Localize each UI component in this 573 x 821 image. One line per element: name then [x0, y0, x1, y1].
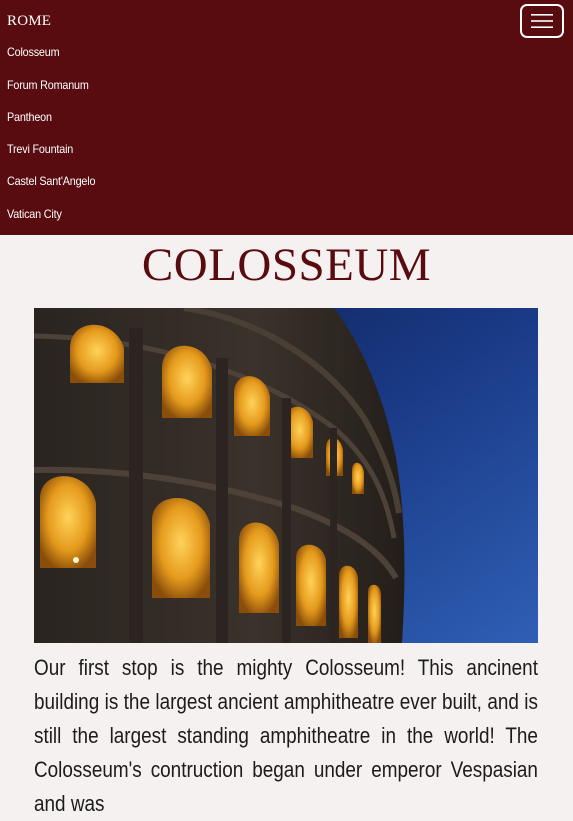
- navbar-toggler-button[interactable]: [520, 4, 564, 38]
- colosseum-photo: [34, 308, 538, 643]
- nav-item-trevi-fountain[interactable]: Trevi Fountain: [7, 142, 73, 156]
- nav-item-pantheon[interactable]: Pantheon: [7, 110, 52, 124]
- brand-link[interactable]: ROME: [7, 13, 51, 30]
- intro-paragraph: Our first stop is the mighty Colosseum! …: [34, 655, 538, 816]
- nav-item-forum-romanum[interactable]: Forum Romanum: [7, 78, 89, 92]
- hamburger-menu-icon: [531, 14, 553, 28]
- nav-item-vatican-city[interactable]: Vatican City: [7, 207, 62, 221]
- nav-item-castel-santangelo[interactable]: Castel Sant'Angelo: [7, 174, 95, 188]
- navbar: ROME Colosseum Forum Romanum Pantheon Tr…: [0, 0, 573, 235]
- page-title: COLOSSEUM: [141, 239, 432, 291]
- nav-item-colosseum[interactable]: Colosseum: [7, 45, 60, 59]
